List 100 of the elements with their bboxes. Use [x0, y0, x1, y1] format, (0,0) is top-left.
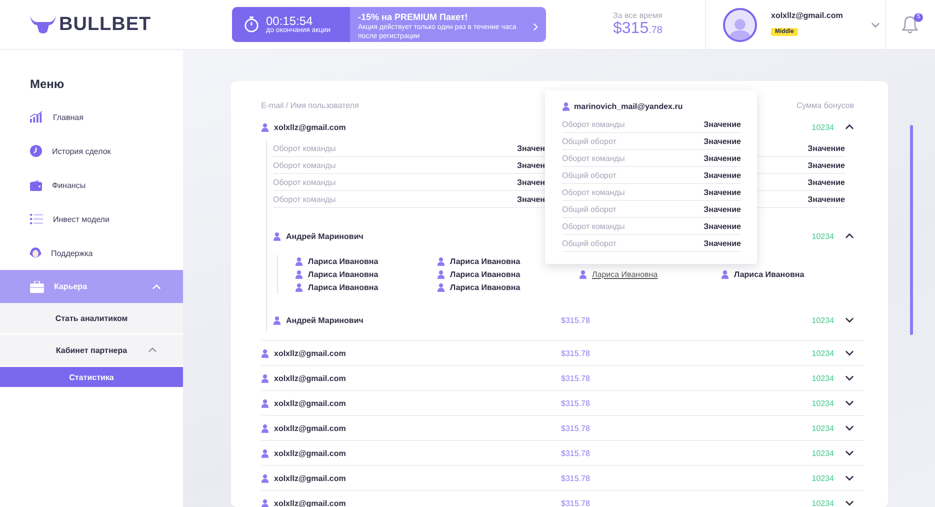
member-name: Лариса Ивановна	[308, 257, 378, 266]
user-icon	[295, 283, 303, 292]
user-name: xolxllz@gmail.com	[274, 398, 346, 408]
menu-item[interactable]: История сделок	[0, 134, 183, 168]
promo-title: -15% на PREMIUM Пакет!	[358, 12, 469, 22]
headset-icon	[30, 247, 41, 259]
tooltip-label: Оборот команды	[562, 120, 625, 128]
bonus: 10234	[810, 398, 834, 408]
user-icon	[273, 316, 281, 324]
bonus: 10234	[810, 348, 834, 358]
tooltip-label: Общий оборот	[562, 238, 616, 248]
chevron-down-icon[interactable]	[844, 400, 854, 406]
detail-value: Значение	[808, 194, 845, 204]
tooltip-value: Значение	[704, 188, 741, 196]
tooltip-value: Значение	[704, 238, 741, 248]
submenu-item[interactable]: Кабинет партнера	[0, 335, 183, 367]
member-link[interactable]: Лариса Ивановна	[592, 270, 658, 279]
detail-value: Значение	[808, 178, 845, 186]
stopwatch-icon	[244, 16, 259, 33]
tooltip-label: Общий оборот	[562, 204, 616, 214]
user-name: xolxllz@gmail.com	[274, 424, 346, 432]
detail-value: Значен	[516, 194, 545, 204]
member-name: Лариса Ивановна	[450, 283, 520, 292]
tooltip-label: Оборот команды	[562, 188, 625, 196]
user-name: Андрей Маринович	[286, 232, 364, 240]
chevron-down-icon[interactable]	[844, 500, 854, 506]
tooltip-value: Значение	[704, 120, 741, 128]
user-icon	[273, 232, 281, 240]
chevron-up-icon[interactable]	[844, 124, 854, 130]
chevron-down-icon[interactable]	[844, 317, 854, 323]
chevron-down-icon[interactable]	[844, 450, 854, 456]
clock-icon	[30, 145, 42, 157]
user-icon	[261, 424, 269, 432]
user-icon	[261, 348, 269, 358]
bull-logo-icon	[30, 16, 56, 34]
member-name: Лариса Ивановна	[450, 270, 520, 279]
user-icon	[295, 257, 303, 266]
bonus: 10234	[810, 474, 834, 482]
submenu-item[interactable]: Статистика	[0, 367, 183, 387]
tooltip-label: Общий оборот	[562, 136, 616, 146]
tooltip-label: Оборот команды	[562, 222, 625, 230]
amount: $315.78	[561, 398, 590, 408]
chevron-down-icon[interactable]	[844, 425, 854, 431]
detail-value: Значен	[516, 144, 545, 152]
user-name: Андрей Маринович	[286, 316, 364, 324]
total-amount: $315.78	[613, 20, 664, 38]
user-icon	[261, 122, 269, 132]
detail-label: Оборот команды	[273, 144, 336, 152]
user-icon	[261, 374, 269, 382]
user-icon	[721, 270, 729, 279]
detail-value: Значение	[808, 160, 845, 170]
member-name: Лариса Ивановна	[450, 257, 520, 266]
tooltip-value: Значение	[704, 222, 741, 230]
menu-item[interactable]: Главная	[0, 100, 183, 134]
briefcase-icon	[30, 280, 44, 292]
menu-item[interactable]: Инвест модели	[0, 202, 183, 236]
wallet-icon	[30, 180, 42, 190]
user-icon	[261, 474, 269, 482]
bonus: 10234	[810, 448, 834, 458]
amount: $315.78	[561, 448, 590, 458]
detail-label: Оборот команды	[273, 194, 336, 204]
chevron-up-icon[interactable]	[844, 233, 854, 239]
menu-title: Меню	[29, 77, 66, 91]
bell-icon[interactable]	[902, 16, 918, 34]
tooltip-user: marinovich_mail@yandex.ru	[574, 102, 683, 110]
member-name: Лариса Ивановна	[308, 283, 378, 292]
user-name: xolxllz@gmail.com	[274, 374, 346, 382]
user-name: xolxllz@gmail.com	[274, 474, 346, 482]
bonus: 10234	[810, 498, 834, 507]
bonus: 10234	[810, 232, 834, 240]
detail-label: Оборот команды	[273, 178, 336, 186]
bonus: 10234	[810, 122, 834, 132]
user-name: xolxllz@gmail.com	[274, 122, 346, 132]
chevron-right-icon	[533, 23, 538, 31]
user-name: xolxllz@gmail.com	[274, 348, 346, 358]
chevron-down-icon[interactable]	[844, 375, 854, 381]
bonus: 10234	[810, 316, 834, 324]
user-icon	[579, 270, 587, 279]
submenu-item[interactable]: Стать аналитиком	[0, 303, 183, 335]
scrollbar[interactable]	[910, 125, 913, 335]
user-icon	[261, 498, 269, 507]
tooltip-value: Значение	[704, 170, 741, 180]
user-icon	[562, 102, 570, 110]
list-icon	[30, 213, 43, 225]
user-icon	[437, 257, 445, 266]
chevron-down-icon[interactable]	[844, 475, 854, 481]
user-name: xolxllz@gmail.com	[274, 448, 346, 458]
chevron-down-icon[interactable]	[844, 350, 854, 356]
amount: $315.78	[561, 474, 590, 482]
detail-label: Оборот команды	[273, 160, 336, 170]
menu-item[interactable]: Поддержка	[0, 236, 183, 270]
tooltip-value: Значение	[704, 154, 741, 162]
user-icon	[261, 398, 269, 408]
user-name: xolxllz@gmail.com	[274, 498, 346, 507]
bonus: 10234	[810, 424, 834, 432]
tooltip-value: Значение	[704, 204, 741, 214]
amount: $315.78	[561, 374, 590, 382]
user-icon	[295, 270, 303, 279]
amount: $315.78	[561, 316, 590, 324]
menu-item[interactable]: Финансы	[0, 168, 183, 202]
